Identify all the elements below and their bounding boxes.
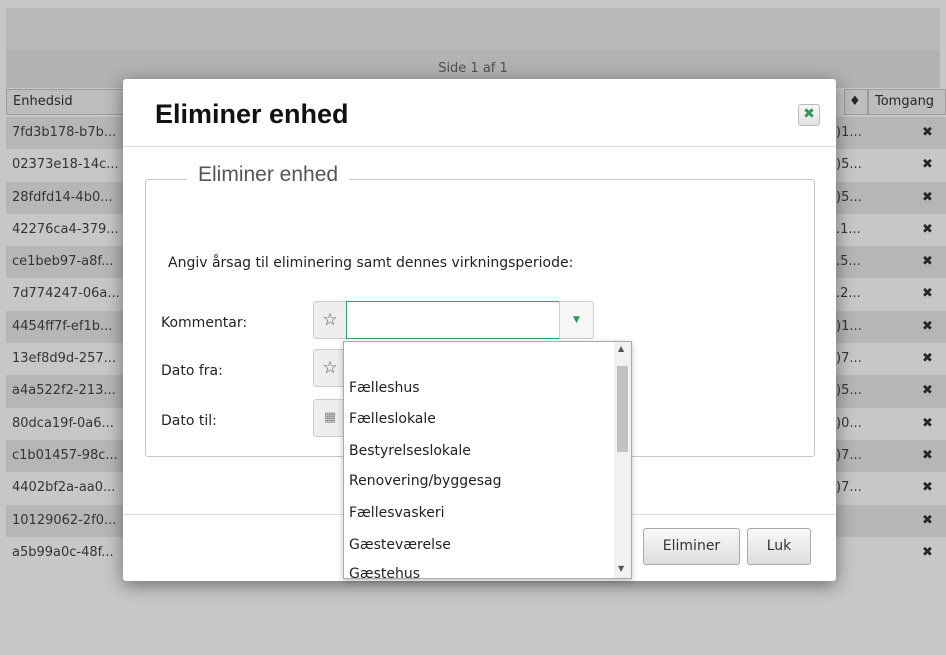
calendar-icon[interactable]: ▦	[313, 399, 347, 437]
star-icon[interactable]: ☆	[313, 301, 347, 339]
dropdown-option[interactable]: Fællesvaskeri	[349, 505, 445, 527]
dialog-title: Eliminer enhed	[155, 99, 349, 129]
eliminate-button[interactable]: Eliminer	[643, 528, 740, 565]
dialog-header-divider	[123, 146, 836, 147]
chevron-down-icon[interactable]: ▼	[559, 301, 594, 339]
kommentar-combobox-input[interactable]	[346, 301, 560, 339]
dato-til-label: Dato til:	[161, 413, 217, 429]
scrollbar-thumb[interactable]	[617, 366, 628, 452]
dropdown-option[interactable]: Gæstehus	[349, 566, 420, 578]
close-button[interactable]: Luk	[747, 528, 811, 565]
dropdown-option[interactable]: Renovering/byggesag	[349, 473, 502, 495]
dropdown-scrollbar[interactable]: ▲ ▼	[614, 342, 631, 578]
intro-text: Angiv årsag til eliminering samt dennes …	[168, 255, 574, 271]
scroll-up-icon[interactable]: ▲	[618, 344, 624, 353]
dropdown-option[interactable]: Fælleshus	[349, 380, 420, 402]
dropdown-option[interactable]: Fælleslokale	[349, 411, 436, 433]
scroll-down-icon[interactable]: ▼	[618, 564, 624, 573]
kommentar-dropdown-list[interactable]: Fælleshus Fælleslokale Bestyrelseslokale Re…	[343, 341, 632, 579]
dropdown-option[interactable]: Bestyrelseslokale	[349, 443, 471, 465]
kommentar-label: Kommentar:	[161, 315, 248, 331]
star-icon[interactable]: ☆	[313, 349, 347, 387]
close-icon[interactable]: ✖	[798, 104, 820, 126]
dropdown-option[interactable]: Gæsteværelse	[349, 537, 451, 559]
dato-fra-label: Dato fra:	[161, 363, 223, 379]
fieldset-legend: Eliminer enhed	[186, 163, 351, 187]
